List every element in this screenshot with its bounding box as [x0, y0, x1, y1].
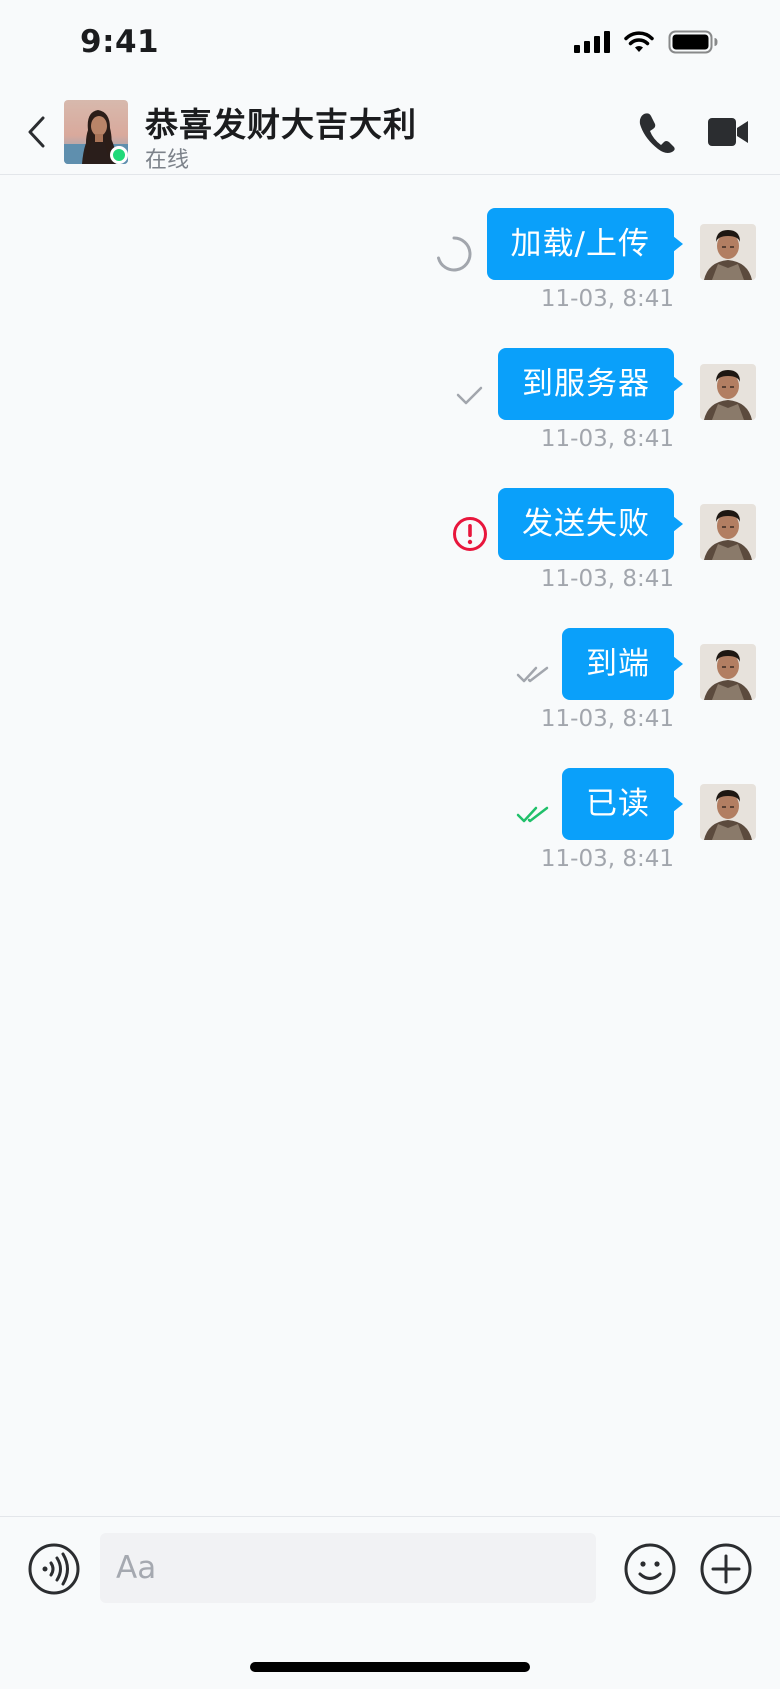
wifi-icon — [624, 31, 654, 52]
smiley-icon — [624, 1543, 676, 1595]
bubble-tail — [673, 376, 683, 392]
single-check-icon — [450, 374, 490, 414]
double-check-icon — [514, 794, 554, 834]
bubble-tail — [673, 516, 683, 532]
status-time: 9:41 — [80, 24, 160, 60]
message-item: 到服务器 11-03, 8:41 — [0, 348, 780, 468]
message-item: 已读 11-03, 8:41 — [0, 768, 780, 888]
error-alert-icon[interactable] — [450, 514, 490, 554]
message-time: 11-03, 8:41 — [540, 566, 674, 592]
battery-icon — [668, 30, 718, 54]
message-bubble[interactable]: 到服务器 — [498, 348, 674, 420]
message-time: 11-03, 8:41 — [540, 706, 674, 732]
sender-avatar[interactable] — [700, 224, 756, 280]
voice-wave-icon — [28, 1543, 80, 1595]
phone-icon — [639, 113, 675, 153]
back-button[interactable] — [22, 112, 52, 152]
sender-avatar[interactable] — [700, 504, 756, 560]
status-icons — [574, 30, 718, 54]
voice-input-button[interactable] — [28, 1543, 80, 1595]
loading-spinner-icon — [434, 234, 474, 274]
message-item: 加载/上传 11-03, 8:41 — [0, 208, 780, 328]
video-camera-icon — [708, 118, 748, 146]
bubble-tail — [673, 656, 683, 672]
plus-circle-icon — [700, 1543, 752, 1595]
chevron-left-icon — [28, 116, 45, 148]
chat-header: 恭喜发财大吉大利 在线 — [0, 90, 780, 175]
home-indicator — [250, 1662, 530, 1672]
double-check-icon — [514, 654, 554, 694]
message-time: 11-03, 8:41 — [540, 286, 674, 312]
message-time: 11-03, 8:41 — [540, 846, 674, 872]
more-options-button[interactable] — [700, 1543, 752, 1595]
sender-avatar[interactable] — [700, 784, 756, 840]
sender-avatar[interactable] — [700, 644, 756, 700]
message-bubble[interactable]: 到端 — [562, 628, 674, 700]
message-bubble[interactable]: 加载/上传 — [486, 208, 674, 280]
video-call-button[interactable] — [706, 112, 750, 152]
bubble-tail — [673, 796, 683, 812]
sender-avatar[interactable] — [700, 364, 756, 420]
bubble-tail — [673, 236, 683, 252]
message-item: 发送失败 11-03, 8:41 — [0, 488, 780, 608]
voice-call-button[interactable] — [636, 110, 676, 154]
message-bubble[interactable]: 发送失败 — [498, 488, 674, 560]
message-bubble[interactable]: 已读 — [562, 768, 674, 840]
message-time: 11-03, 8:41 — [540, 426, 674, 452]
online-indicator — [110, 146, 128, 164]
message-input[interactable] — [100, 1533, 596, 1603]
cellular-signal-icon — [574, 31, 610, 53]
status-bar: 9:41 — [0, 0, 780, 90]
contact-status: 在线 — [145, 148, 190, 173]
message-item: 到端 11-03, 8:41 — [0, 628, 780, 748]
contact-name: 恭喜发财大吉大利 — [145, 105, 417, 144]
emoji-button[interactable] — [624, 1543, 676, 1595]
